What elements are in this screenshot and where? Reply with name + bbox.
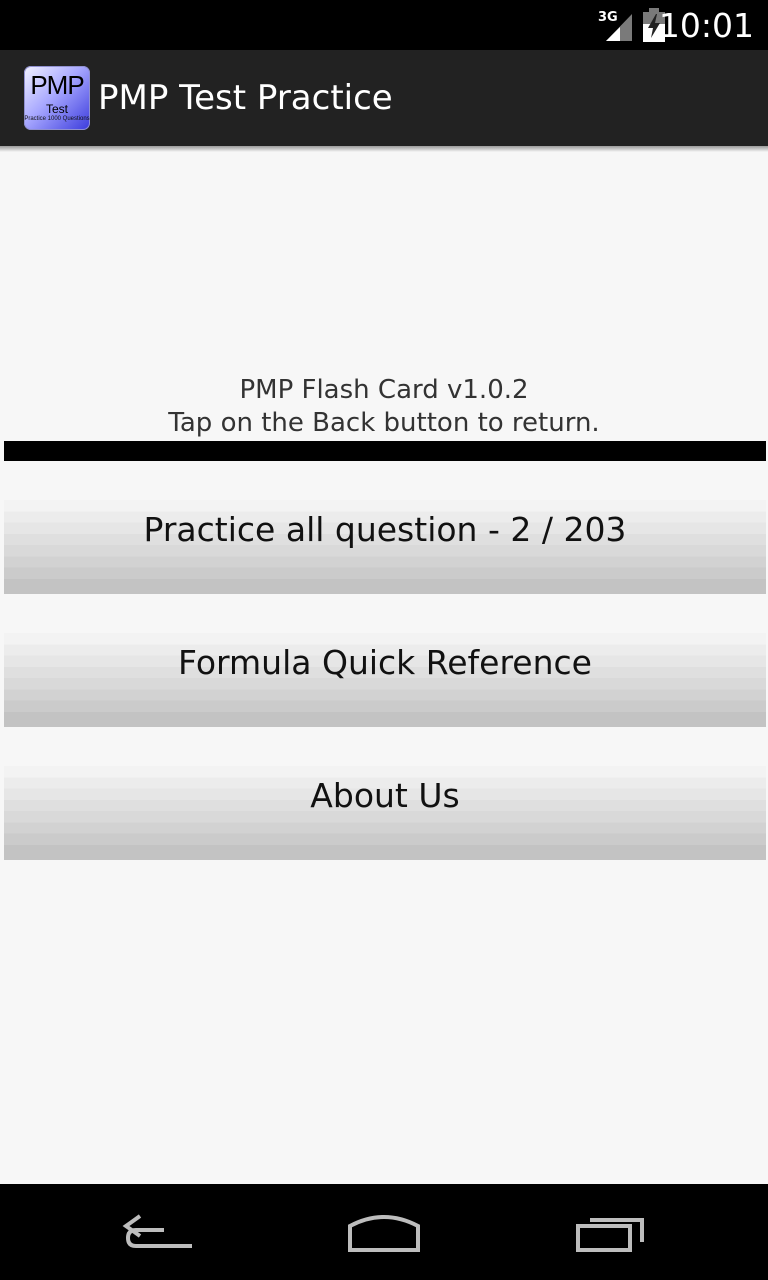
app-logo-caption: Practice 1000 Questions: [24, 116, 90, 122]
info-text: PMP Flash Card v1.0.2 Tap on the Back bu…: [0, 374, 768, 440]
formula-quick-reference-button[interactable]: Formula Quick Reference: [4, 633, 766, 727]
practice-all-questions-button[interactable]: Practice all question - 2 / 203: [4, 500, 766, 594]
instruction-label: Tap on the Back button to return.: [168, 408, 600, 438]
back-icon[interactable]: [110, 1202, 210, 1262]
action-bar: PMP Test Practice 1000 Questions PMP Tes…: [0, 50, 768, 152]
network-type-label: 3G: [598, 10, 618, 25]
about-us-button[interactable]: About Us: [4, 766, 766, 860]
app-title: PMP Test Practice: [98, 78, 393, 118]
status-bar: 3G 10:01: [0, 0, 768, 50]
app-logo-subtitle: Test: [45, 102, 68, 116]
home-icon[interactable]: [334, 1202, 434, 1262]
app-logo-icon[interactable]: PMP Test Practice 1000 Questions: [24, 66, 90, 130]
status-clock: 10:01: [658, 6, 754, 45]
app-logo-title: PMP: [30, 70, 84, 100]
divider-bar: [4, 441, 766, 461]
recent-apps-icon[interactable]: [560, 1202, 660, 1262]
screen: 3G 10:01 PMP Test Practice 1000 Question…: [0, 0, 768, 1280]
version-label: PMP Flash Card v1.0.2: [239, 375, 529, 405]
signal-icon: 3G: [598, 10, 632, 41]
navigation-bar: [0, 1184, 768, 1280]
